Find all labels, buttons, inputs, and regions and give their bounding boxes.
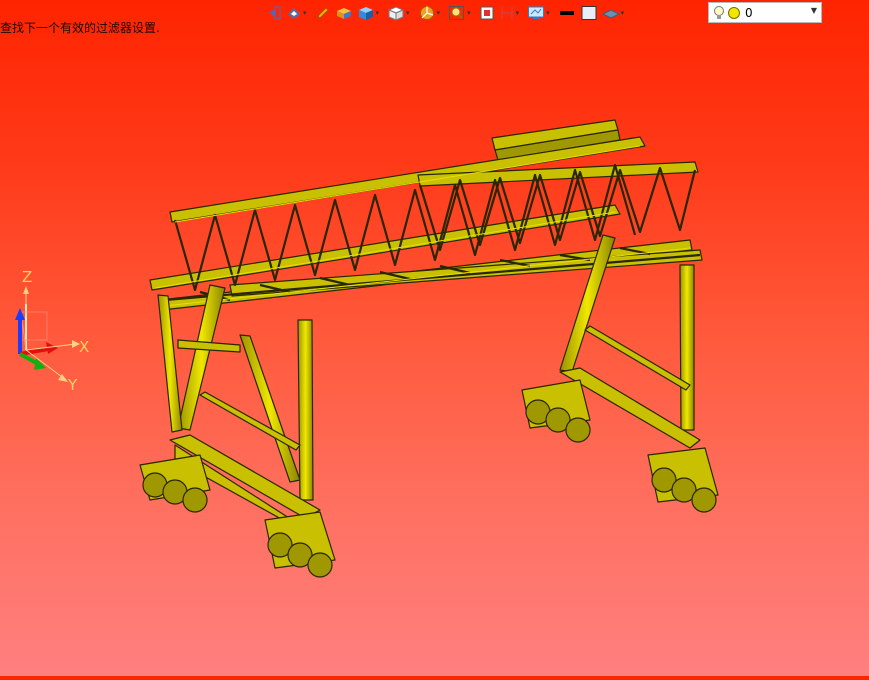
left-brace-leg [239,334,301,483]
chevron-down-icon: ▾ [467,9,471,17]
left-vertical-leg [297,319,314,501]
status-message: 查找下一个有效的过滤器设置. [0,21,160,35]
shaded-view-button[interactable]: ▾ [356,3,385,23]
clipping-plane-icon [500,7,513,19]
monitor-display-icon [528,6,545,19]
clipping-plane-button[interactable]: ▾ [498,3,525,23]
chevron-down-icon: ▾ [436,9,441,17]
zoom-view-button[interactable]: ▾ [447,3,476,23]
lightbulb-icon [714,5,724,19]
layer-dropdown[interactable]: 0 ▼ [708,2,822,23]
line-color-icon [559,11,574,15]
wheel-bogie-right-front [647,447,719,513]
color-wheel-icon [419,6,434,20]
render-style-button[interactable]: ▾ [285,3,312,23]
pencil-icon [317,7,328,19]
gantry-crane-model[interactable] [0,0,869,676]
layer-color-icon [728,6,740,19]
box-model-button[interactable] [334,3,354,23]
truss-top-chord-back [169,136,646,223]
display-settings-button[interactable]: ▾ [526,3,555,23]
sketch-pencil-button[interactable] [314,3,332,23]
layer-value: 0 [745,5,753,20]
fill-color-button[interactable] [579,3,599,23]
exit-sketch-icon [269,6,281,20]
layer-button[interactable]: ▾ [601,3,630,23]
section-view-button[interactable] [478,3,496,23]
chevron-down-icon: ▼ [810,6,817,15]
x-axis-label: X [79,338,89,356]
line-color-button[interactable] [557,3,577,23]
left-rear-leg [157,294,183,433]
chevron-down-icon: ▾ [620,9,625,17]
zoom-view-icon [449,6,465,20]
fill-color-icon [581,6,597,20]
coordinate-axes-icon: Z X Y [15,268,89,394]
z-axis-label: Z [22,268,32,286]
section-view-icon [480,6,494,20]
exit-sketch-button[interactable] [265,3,283,23]
axis-triad: Z X Y [6,262,96,396]
chevron-down-icon: ▾ [303,9,307,17]
layer-plane-icon [601,9,620,19]
3d-viewport[interactable] [0,0,869,676]
chevron-down-icon: ▾ [406,9,410,17]
shaded-cube-icon [358,7,373,20]
chevron-down-icon: ▾ [515,9,520,17]
chevron-down-icon: ▾ [546,9,550,17]
render-style-icon [288,8,300,19]
wheel-bogie-left-front [264,511,336,578]
appearance-button[interactable]: ▾ [417,3,446,23]
y-axis-label: Y [67,376,78,392]
view-toolbar: ▾ ▾ ▾ ▾ ▾ ▾ ▾ ▾ [265,2,629,24]
box-model-icon [336,8,351,19]
right-vertical-leg [679,264,695,431]
wheel-bogie-left-back [139,454,211,513]
wheel-bogie-right-back [521,379,591,443]
chevron-down-icon: ▾ [375,9,380,17]
view-orientation-button[interactable]: ▾ [386,3,415,23]
white-cube-icon [387,6,405,21]
